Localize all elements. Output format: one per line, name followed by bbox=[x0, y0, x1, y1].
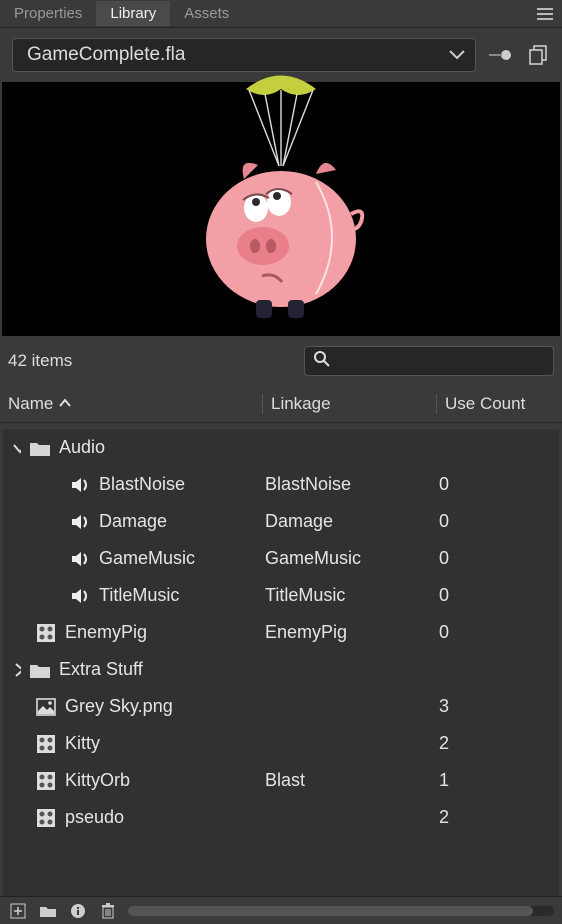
sound-icon bbox=[69, 585, 91, 607]
library-row[interactable]: Grey Sky.png 3 bbox=[3, 688, 559, 725]
horizontal-scrollbar[interactable] bbox=[128, 906, 554, 916]
item-use-count: 0 bbox=[431, 548, 559, 569]
item-name: Damage bbox=[99, 511, 167, 532]
library-row[interactable]: EnemyPigEnemyPig0 bbox=[3, 614, 559, 651]
item-name: Kitty bbox=[65, 733, 100, 754]
library-row[interactable]: KittyOrb Blast1 bbox=[3, 762, 559, 799]
item-name: KittyOrb bbox=[65, 770, 130, 791]
item-use-count: 1 bbox=[431, 770, 559, 791]
document-name: GameComplete.fla bbox=[27, 44, 185, 66]
library-row[interactable]: GameMusicGameMusic0 bbox=[3, 540, 559, 577]
panel-tabbar: Properties Library Assets bbox=[0, 0, 562, 28]
item-name: pseudo bbox=[65, 807, 124, 828]
tab-assets[interactable]: Assets bbox=[170, 1, 243, 26]
delete-button[interactable] bbox=[98, 901, 118, 921]
header-use-count[interactable]: Use Count bbox=[436, 394, 554, 414]
item-use-count: 2 bbox=[431, 733, 559, 754]
item-name: BlastNoise bbox=[99, 474, 185, 495]
panel-menu-icon[interactable] bbox=[528, 3, 562, 25]
collapse-icon[interactable] bbox=[3, 439, 21, 457]
tab-properties[interactable]: Properties bbox=[0, 1, 96, 26]
item-name: GameMusic bbox=[99, 548, 195, 569]
folder-icon bbox=[29, 437, 51, 459]
item-use-count: 0 bbox=[431, 511, 559, 532]
item-linkage: BlastNoise bbox=[257, 474, 431, 495]
bitmap-icon bbox=[35, 696, 57, 718]
tab-library[interactable]: Library bbox=[96, 1, 170, 26]
new-folder-button[interactable] bbox=[38, 901, 58, 921]
pin-toggle[interactable] bbox=[486, 41, 514, 69]
sound-icon bbox=[69, 474, 91, 496]
header-name[interactable]: Name bbox=[8, 394, 262, 414]
item-linkage: EnemyPig bbox=[257, 622, 431, 643]
item-name: Audio bbox=[59, 437, 105, 458]
item-linkage: Blast bbox=[257, 770, 431, 791]
library-row[interactable]: DamageDamage0 bbox=[3, 503, 559, 540]
library-list: AudioBlastNoiseBlastNoise0DamageDamage0G… bbox=[3, 429, 559, 896]
symbol-preview bbox=[2, 82, 560, 336]
library-row[interactable]: TitleMusicTitleMusic0 bbox=[3, 577, 559, 614]
item-linkage: TitleMusic bbox=[257, 585, 431, 606]
header-linkage[interactable]: Linkage bbox=[262, 394, 436, 414]
item-linkage: GameMusic bbox=[257, 548, 431, 569]
library-row[interactable]: Audio bbox=[3, 429, 559, 466]
sound-icon bbox=[69, 548, 91, 570]
item-use-count: 0 bbox=[431, 474, 559, 495]
item-name: TitleMusic bbox=[99, 585, 179, 606]
item-count-label: 42 items bbox=[8, 351, 72, 371]
movieclip-icon bbox=[35, 733, 57, 755]
expand-icon[interactable] bbox=[3, 661, 21, 679]
movieclip-icon bbox=[35, 807, 57, 829]
item-use-count: 0 bbox=[431, 622, 559, 643]
folder-icon bbox=[29, 659, 51, 681]
item-use-count: 3 bbox=[431, 696, 559, 717]
item-name: Extra Stuff bbox=[59, 659, 143, 680]
column-headers: Name Linkage Use Count bbox=[0, 386, 562, 423]
movieclip-icon bbox=[35, 622, 57, 644]
search-input[interactable] bbox=[331, 353, 545, 370]
library-row[interactable]: Extra Stuff bbox=[3, 651, 559, 688]
search-icon bbox=[313, 350, 331, 372]
document-selector[interactable]: GameComplete.fla bbox=[12, 38, 476, 72]
item-use-count: 0 bbox=[431, 585, 559, 606]
item-name: EnemyPig bbox=[65, 622, 147, 643]
properties-button[interactable] bbox=[68, 901, 88, 921]
library-row[interactable]: Kitty 2 bbox=[3, 725, 559, 762]
new-library-panel-button[interactable] bbox=[524, 41, 552, 69]
item-name: Grey Sky.png bbox=[65, 696, 173, 717]
chevron-down-icon bbox=[449, 44, 465, 66]
library-toolbar: 42 items bbox=[0, 336, 562, 386]
movieclip-icon bbox=[35, 770, 57, 792]
sound-icon bbox=[69, 511, 91, 533]
sort-asc-icon bbox=[59, 394, 71, 414]
library-row[interactable]: pseudo 2 bbox=[3, 799, 559, 836]
new-symbol-button[interactable] bbox=[8, 901, 28, 921]
item-linkage: Damage bbox=[257, 511, 431, 532]
library-row[interactable]: BlastNoiseBlastNoise0 bbox=[3, 466, 559, 503]
search-field[interactable] bbox=[304, 346, 554, 376]
item-use-count: 2 bbox=[431, 807, 559, 828]
bottom-toolbar bbox=[0, 896, 562, 924]
